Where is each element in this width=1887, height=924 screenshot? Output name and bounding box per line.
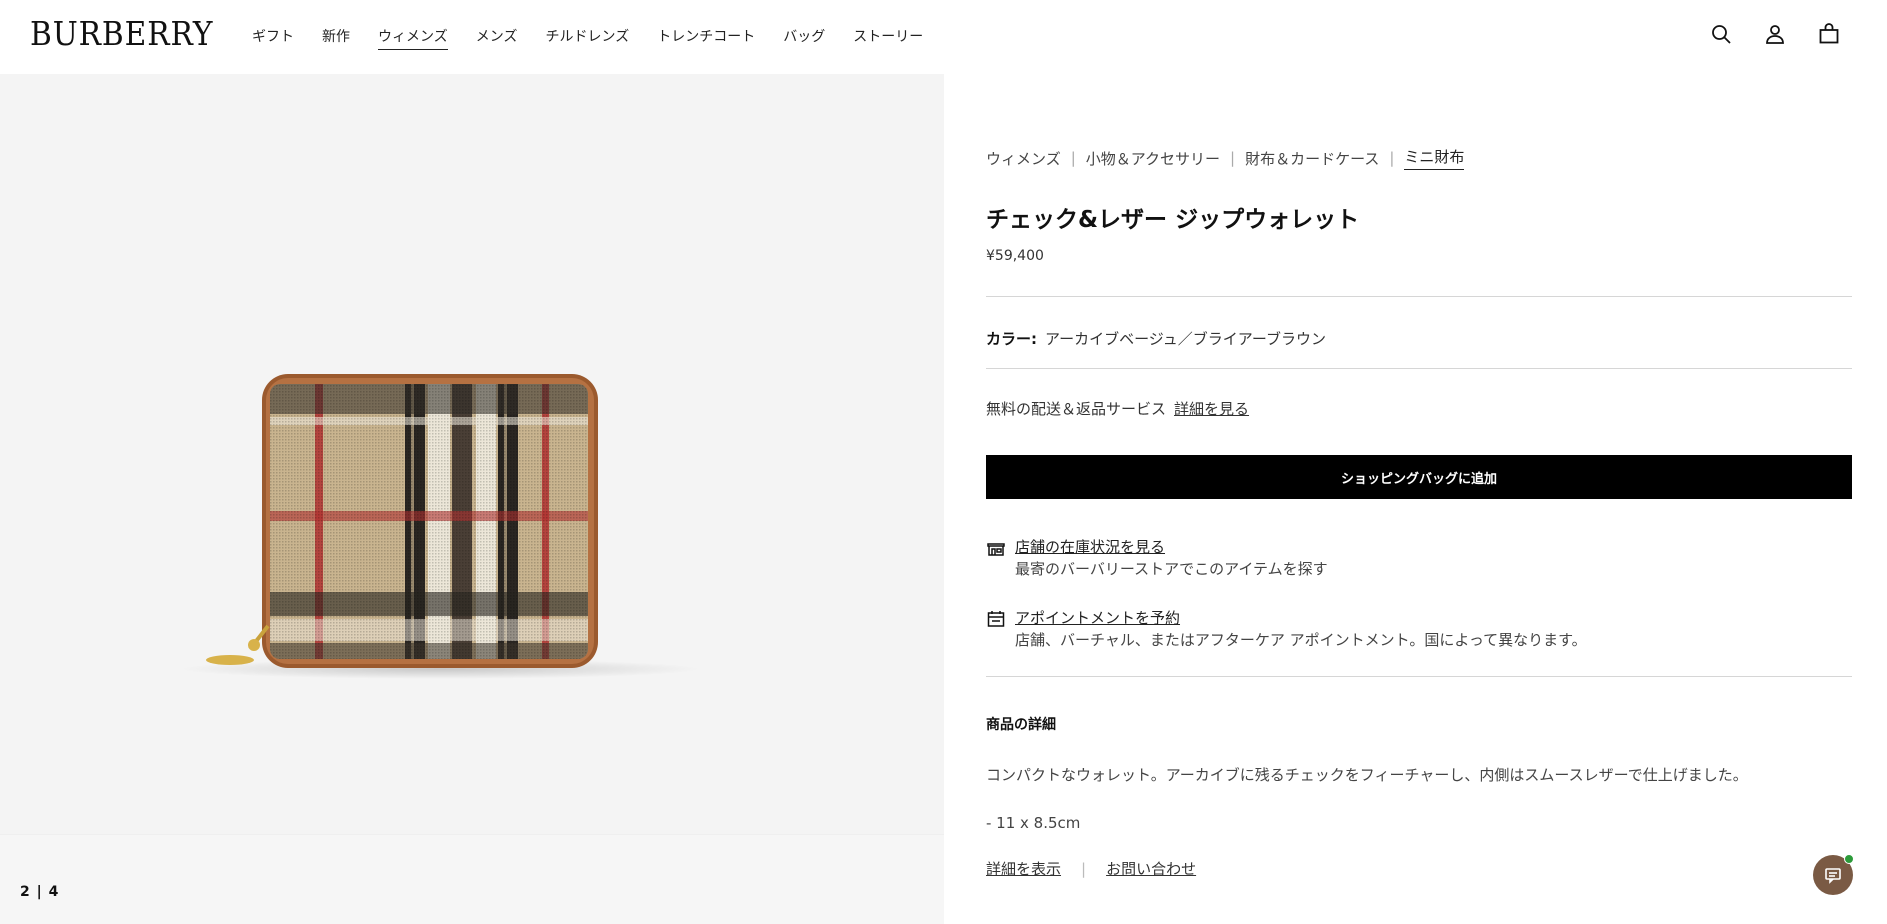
main-nav: ギフト 新作 ウィメンズ メンズ チルドレンズ トレンチコート バッグ ストーリ… [252, 26, 951, 50]
add-to-bag-button[interactable]: ショッピングバッグに追加 [986, 455, 1852, 499]
online-status-indicator [1844, 854, 1854, 864]
shipping-details-link[interactable]: 詳細を見る [1174, 400, 1249, 418]
breadcrumb-wallets[interactable]: 財布＆カードケース [1245, 148, 1379, 169]
appointment-subtitle: 店舗、バーチャル、またはアフターケア アポイントメント。国によって異なります。 [1015, 631, 1587, 649]
breadcrumb-accessories[interactable]: 小物＆アクセサリー [1086, 148, 1220, 169]
breadcrumb-separator: | [1389, 149, 1395, 167]
shipping-text: 無料の配送＆返品サービス [986, 400, 1167, 418]
gallery-lower-panel [0, 834, 944, 924]
divider [986, 296, 1852, 297]
product-price: ¥59,400 [986, 248, 1044, 264]
contact-link[interactable]: お問い合わせ [1106, 858, 1196, 879]
details-size: - 11 x 8.5cm [986, 814, 1081, 832]
details-description: コンパクトなウォレット。アーカイブに残るチェックをフィーチャーし、内側はスムース… [986, 766, 1748, 784]
search-icon[interactable] [1709, 22, 1733, 46]
product-gallery[interactable]: 2 | 4 [0, 74, 944, 924]
breadcrumb-mini-wallets[interactable]: ミニ財布 [1404, 146, 1465, 170]
store-stock-link[interactable]: 店舗の在庫状況を見る [1015, 536, 1165, 557]
nav-item-trench-coat[interactable]: トレンチコート [657, 26, 755, 50]
appointment-service: アポイントメントを予約 店舗、バーチャル、またはアフターケア アポイントメント。… [986, 607, 1852, 651]
store-icon [986, 538, 1006, 558]
nav-item-mens[interactable]: メンズ [476, 26, 518, 50]
color-label: カラー: [986, 330, 1037, 348]
shipping-info: 無料の配送＆返品サービス 詳細を見る [986, 398, 1249, 419]
nav-item-bags[interactable]: バッグ [783, 26, 825, 50]
calendar-icon [986, 609, 1006, 629]
product-title: チェック&レザー ジップウォレット [986, 207, 1360, 233]
account-icon[interactable] [1763, 22, 1787, 46]
nav-item-stories[interactable]: ストーリー [853, 26, 923, 50]
store-stock-subtitle: 最寄のバーバリーストアでこのアイテムを探す [1015, 560, 1328, 578]
color-value: アーカイブベージュ／ブライアーブラウン [1045, 330, 1326, 348]
details-links: 詳細を表示 | お問い合わせ [986, 858, 1196, 879]
gallery-counter: 2 | 4 [20, 884, 60, 900]
nav-item-womens[interactable]: ウィメンズ [378, 26, 448, 50]
store-stock-service: 店舗の在庫状況を見る 最寄のバーバリーストアでこのアイテムを探す [986, 536, 1852, 580]
site-header: BURBERRY ギフト 新作 ウィメンズ メンズ チルドレンズ トレンチコート… [0, 0, 1887, 74]
product-image-wallet [180, 374, 700, 679]
breadcrumb-separator: | [1230, 149, 1236, 167]
more-details-link[interactable]: 詳細を表示 [986, 858, 1061, 879]
divider [986, 676, 1852, 677]
chat-icon [1825, 868, 1841, 884]
link-separator: | [1081, 859, 1087, 878]
nav-item-new[interactable]: 新作 [322, 26, 350, 50]
breadcrumb-womens[interactable]: ウィメンズ [986, 148, 1061, 169]
divider [986, 368, 1852, 369]
color-selector[interactable]: カラー: アーカイブベージュ／ブライアーブラウン [986, 328, 1326, 349]
nav-item-childrens[interactable]: チルドレンズ [545, 26, 629, 50]
details-heading: 商品の詳細 [986, 717, 1056, 733]
appointment-link[interactable]: アポイントメントを予約 [1015, 607, 1180, 628]
breadcrumb-separator: | [1070, 149, 1076, 167]
shopping-bag-icon[interactable] [1817, 22, 1841, 46]
header-actions [1707, 22, 1887, 46]
brand-logo[interactable]: BURBERRY [30, 14, 213, 53]
breadcrumb: ウィメンズ | 小物＆アクセサリー | 財布＆カードケース | ミニ財布 [986, 146, 1465, 170]
nav-item-gift[interactable]: ギフト [252, 26, 294, 50]
chat-button[interactable] [1813, 854, 1854, 895]
